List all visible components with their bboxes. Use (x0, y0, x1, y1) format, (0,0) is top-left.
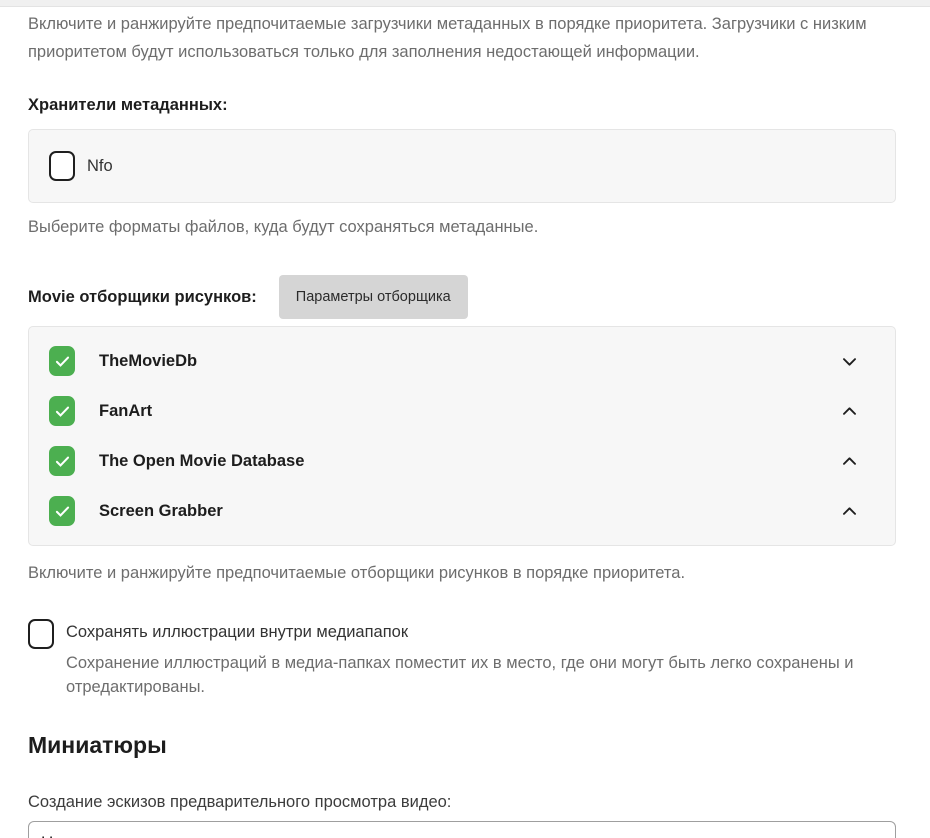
save-artwork-checkbox[interactable] (28, 619, 54, 649)
image-fetchers-help-text: Включите и ранжируйте предпочитаемые отб… (28, 561, 896, 585)
fetcher-row-omdb[interactable]: The Open Movie Database (29, 436, 895, 486)
metadata-saver-nfo-row[interactable]: Nfo (49, 151, 875, 181)
chevron-down-icon[interactable] (840, 352, 859, 371)
previous-section-edge (0, 0, 930, 7)
screen-grabber-checkbox[interactable] (49, 496, 75, 526)
chevron-up-icon[interactable] (840, 452, 859, 471)
fetcher-name: FanArt (99, 402, 840, 421)
save-artwork-description: Сохранение иллюстраций в медиа-папках по… (66, 651, 866, 699)
metadata-savers-label: Хранители метаданных: (28, 96, 896, 115)
themoviedb-checkbox[interactable] (49, 346, 75, 376)
nfo-checkbox-label: Nfo (87, 157, 113, 176)
fetcher-settings-button[interactable]: Параметры отборщика (279, 275, 468, 319)
video-preview-select-wrap: Никогда (28, 821, 896, 838)
chevron-up-icon[interactable] (840, 502, 859, 521)
image-fetchers-header: Movie отборщики рисунков: Параметры отбо… (28, 275, 896, 319)
save-artwork-label: Сохранять иллюстрации внутри медиапапок (66, 617, 866, 647)
thumbnails-heading: Миниатюры (28, 732, 896, 759)
check-icon (53, 402, 72, 421)
metadata-savers-panel: Nfo (28, 129, 896, 203)
image-fetchers-label: Movie отборщики рисунков: (28, 288, 257, 307)
metadata-downloaders-help-text: Включите и ранжируйте предпочитаемые заг… (28, 10, 896, 66)
check-icon (53, 352, 72, 371)
omdb-checkbox[interactable] (49, 446, 75, 476)
image-fetchers-list: TheMovieDb FanArt The Open Movie Databas… (28, 326, 896, 546)
fetcher-name: TheMovieDb (99, 352, 840, 371)
fetcher-row-fanart[interactable]: FanArt (29, 386, 895, 436)
fetcher-row-themoviedb[interactable]: TheMovieDb (29, 336, 895, 386)
fetcher-name: The Open Movie Database (99, 452, 840, 471)
fanart-checkbox[interactable] (49, 396, 75, 426)
video-preview-label: Создание эскизов предварительного просмо… (28, 793, 896, 812)
nfo-checkbox[interactable] (49, 151, 75, 181)
settings-page: Включите и ранжируйте предпочитаемые заг… (0, 10, 930, 838)
check-icon (53, 502, 72, 521)
check-icon (53, 452, 72, 471)
video-preview-select[interactable]: Никогда (28, 821, 896, 838)
save-artwork-setting: Сохранять иллюстрации внутри медиапапок … (28, 617, 896, 699)
metadata-savers-help-text: Выберите форматы файлов, куда будут сохр… (28, 215, 896, 239)
fetcher-row-screen-grabber[interactable]: Screen Grabber (29, 486, 895, 536)
save-artwork-text: Сохранять иллюстрации внутри медиапапок … (66, 617, 866, 699)
fetcher-name: Screen Grabber (99, 502, 840, 521)
chevron-up-icon[interactable] (840, 402, 859, 421)
